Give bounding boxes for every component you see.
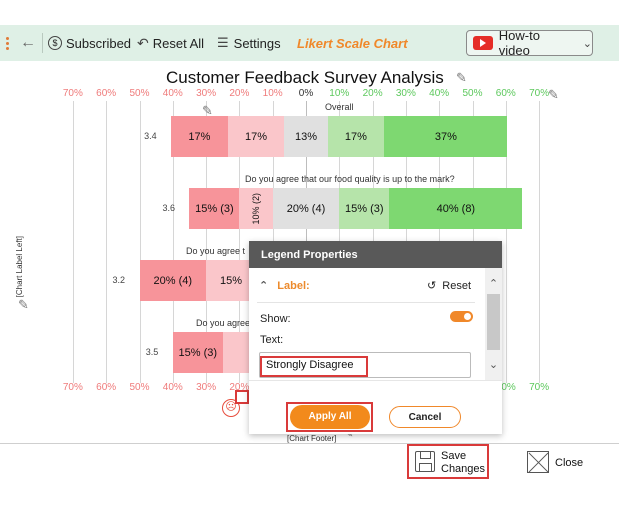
dialog-footer — [249, 380, 502, 434]
axis-tick-label: 70% — [529, 382, 550, 393]
show-toggle[interactable] — [450, 311, 473, 322]
reset-all-button[interactable]: ↶ Reset All — [137, 25, 204, 61]
legend-edit-pencil-icon[interactable] — [235, 390, 249, 404]
dialog-scrollbar[interactable]: ⌃ ⌄ — [485, 268, 502, 380]
scroll-thumb[interactable] — [487, 294, 500, 350]
label-section-toggle[interactable]: ⌃ Label: — [259, 279, 310, 292]
gridline — [106, 101, 108, 383]
chevron-up-icon: ⌃ — [259, 280, 269, 292]
toolbar-divider — [42, 33, 43, 53]
cancel-button[interactable]: Cancel — [389, 406, 461, 428]
edit-axis-pencil-icon[interactable]: ✎ — [548, 88, 559, 101]
bar-segment[interactable]: 17% — [171, 116, 228, 157]
scroll-down-icon[interactable]: ⌄ — [485, 358, 502, 371]
subscribed-button[interactable]: $ Subscribed — [48, 25, 131, 61]
score-label: 3.2 — [112, 275, 126, 285]
bar-segment[interactable]: 15% (3) — [172, 332, 223, 373]
bar-segment[interactable]: 15% (3) — [189, 188, 240, 229]
bar-segment[interactable]: 20% (4) — [139, 260, 207, 301]
save-label-line2: Changes — [441, 463, 486, 475]
close-button[interactable]: Close — [555, 457, 583, 469]
section-divider — [257, 302, 475, 303]
chart-title[interactable]: Customer Feedback Survey Analysis — [166, 68, 444, 88]
app-title: Likert Scale Chart — [297, 35, 408, 51]
bar-segment[interactable]: 40% (8) — [389, 188, 523, 229]
reset-icon: ↺ — [427, 280, 437, 292]
settings-label: Settings — [233, 35, 281, 51]
gridline — [139, 101, 141, 383]
bar-segment[interactable]: 15% (3) — [339, 188, 390, 229]
legend-properties-dialog: Legend Properties ⌃ ⌄ ⌃ Label: ↺ Reset S… — [249, 241, 502, 434]
bar-segment[interactable]: 37% — [384, 116, 508, 157]
save-changes-button[interactable]: Save Changes — [407, 444, 489, 479]
more-menu-icon[interactable] — [4, 25, 10, 61]
bar-segment[interactable]: 13% — [284, 116, 328, 157]
chart-footer-label[interactable]: [Chart Footer] — [287, 434, 336, 443]
question-label: Overall — [325, 102, 354, 112]
show-label: Show: — [260, 313, 291, 325]
back-arrow-icon[interactable]: ← — [16, 25, 40, 61]
bar-segment[interactable]: 17% — [227, 116, 285, 157]
gridline — [539, 101, 541, 383]
howto-video-dropdown[interactable]: How-to video ⌄ — [466, 28, 593, 58]
save-label-line1: Save — [441, 450, 467, 462]
label-section-title: Label: — [277, 280, 310, 292]
dollar-icon: $ — [48, 36, 62, 50]
close-icon[interactable] — [527, 451, 549, 473]
question-label: Do you agree t — [186, 246, 246, 256]
sliders-icon: ☰ — [217, 35, 229, 50]
reset-button[interactable]: ↺ Reset — [427, 279, 471, 292]
bottom-divider — [0, 443, 619, 444]
score-label: 3.5 — [145, 347, 159, 357]
chevron-down-icon: ⌄ — [582, 37, 592, 50]
undo-icon: ↶ — [137, 34, 149, 51]
question-label: Do you agree that our food quality is up… — [245, 174, 455, 184]
reset-all-label: Reset All — [152, 35, 205, 51]
dialog-title: Legend Properties — [249, 241, 502, 268]
edit-left-label-pencil-icon[interactable]: ✎ — [18, 298, 29, 311]
floppy-disk-icon — [415, 451, 435, 472]
score-label: 3.4 — [144, 131, 157, 141]
save-changes-label: Save Changes — [441, 450, 485, 476]
bar-segment[interactable]: 10% (2) — [239, 188, 273, 229]
howto-label: How-to video — [498, 28, 540, 58]
legend-text-input[interactable] — [259, 352, 471, 378]
apply-all-button[interactable]: Apply All — [290, 405, 370, 429]
youtube-icon — [473, 36, 493, 50]
reset-label: Reset — [442, 280, 472, 292]
bar-segment[interactable]: 20% (4) — [272, 188, 340, 229]
score-label: 3.6 — [162, 203, 175, 213]
text-label: Text: — [260, 334, 284, 346]
gridline — [72, 101, 74, 383]
bar-segment[interactable]: 17% — [327, 116, 385, 157]
question-label: Do you agree — [196, 318, 251, 328]
scroll-up-icon[interactable]: ⌃ — [485, 277, 502, 290]
edit-title-pencil-icon[interactable]: ✎ — [456, 71, 467, 84]
subscribed-label: Subscribed — [66, 35, 132, 51]
chart-label-left[interactable]: [Chart Label Left] — [15, 236, 24, 297]
axis-ticks-top: 70% 60% 50% 40% 30% 20% 10% 0% 10% 20% 30% 40% 50% 60… — [0, 88, 619, 102]
settings-button[interactable]: ☰ Settings — [217, 25, 281, 61]
